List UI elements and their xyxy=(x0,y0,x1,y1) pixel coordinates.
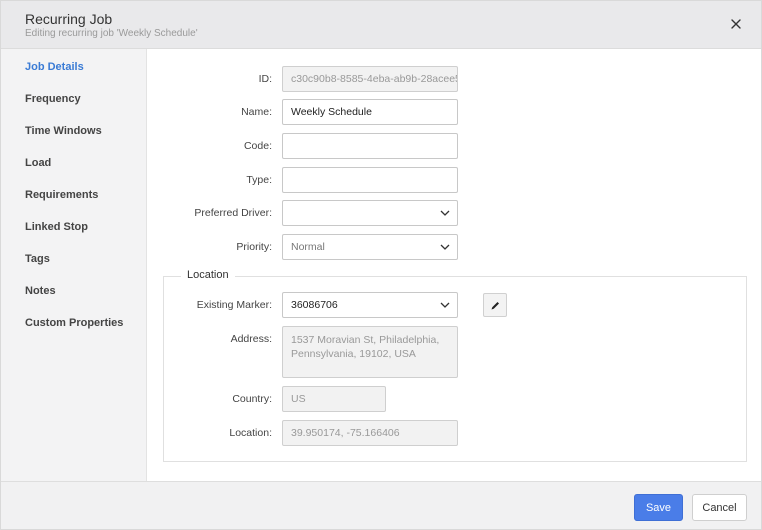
dialog-footer: Save Cancel xyxy=(1,481,761,529)
priority-label: Priority: xyxy=(236,241,272,253)
priority-value: Normal xyxy=(291,241,325,253)
dialog-title: Recurring Job xyxy=(25,11,113,27)
close-icon xyxy=(731,19,741,29)
chevron-down-icon xyxy=(440,244,450,250)
id-field: c30c90b8-8585-4eba-ab9b-28acee55 xyxy=(282,66,458,92)
chevron-down-icon xyxy=(440,302,450,308)
name-input[interactable]: Weekly Schedule xyxy=(282,99,458,125)
sidebar-nav: Job Details Frequency Time Windows Load … xyxy=(1,49,146,481)
name-label: Name: xyxy=(241,106,272,118)
country-label: Country: xyxy=(232,393,272,405)
sidebar-item-load[interactable]: Load xyxy=(25,157,51,169)
existing-marker-value: 36086706 xyxy=(291,299,338,311)
job-details-panel: ID: c30c90b8-8585-4eba-ab9b-28acee55 Nam… xyxy=(146,49,761,481)
chevron-down-icon xyxy=(440,210,450,216)
save-button[interactable]: Save xyxy=(634,494,683,521)
close-button[interactable] xyxy=(725,13,747,35)
preferred-driver-label: Preferred Driver: xyxy=(194,207,272,219)
address-field: 1537 Moravian St, Philadelphia, Pennsylv… xyxy=(282,326,458,378)
id-label: ID: xyxy=(258,73,272,85)
priority-select[interactable]: Normal xyxy=(282,234,458,260)
location-coordinates-label: Location: xyxy=(229,427,272,439)
existing-marker-select[interactable]: 36086706 xyxy=(282,292,458,318)
location-legend: Location xyxy=(181,269,235,281)
sidebar-item-frequency[interactable]: Frequency xyxy=(25,93,81,105)
sidebar-item-time-windows[interactable]: Time Windows xyxy=(25,125,102,137)
existing-marker-label: Existing Marker: xyxy=(196,299,272,311)
sidebar-item-custom-properties[interactable]: Custom Properties xyxy=(25,317,123,329)
sidebar-item-job-details[interactable]: Job Details xyxy=(25,61,84,73)
cancel-button[interactable]: Cancel xyxy=(692,494,747,521)
sidebar-item-tags[interactable]: Tags xyxy=(25,253,50,265)
dialog-header: Recurring Job Editing recurring job 'Wee… xyxy=(1,1,761,49)
type-label: Type: xyxy=(246,174,272,186)
sidebar-item-requirements[interactable]: Requirements xyxy=(25,189,98,201)
recurring-job-dialog: Recurring Job Editing recurring job 'Wee… xyxy=(0,0,762,530)
edit-marker-button[interactable] xyxy=(483,293,507,317)
location-coordinates-field: 39.950174, -75.166406 xyxy=(282,420,458,446)
sidebar-item-notes[interactable]: Notes xyxy=(25,285,56,297)
code-input[interactable] xyxy=(282,133,458,159)
sidebar-item-linked-stop[interactable]: Linked Stop xyxy=(25,221,88,233)
address-label: Address: xyxy=(230,333,272,345)
type-input[interactable] xyxy=(282,167,458,193)
dialog-subtitle: Editing recurring job 'Weekly Schedule' xyxy=(25,28,198,39)
code-label: Code: xyxy=(243,140,272,152)
preferred-driver-select[interactable] xyxy=(282,200,458,226)
pencil-icon xyxy=(491,302,499,310)
country-field: US xyxy=(282,386,386,412)
